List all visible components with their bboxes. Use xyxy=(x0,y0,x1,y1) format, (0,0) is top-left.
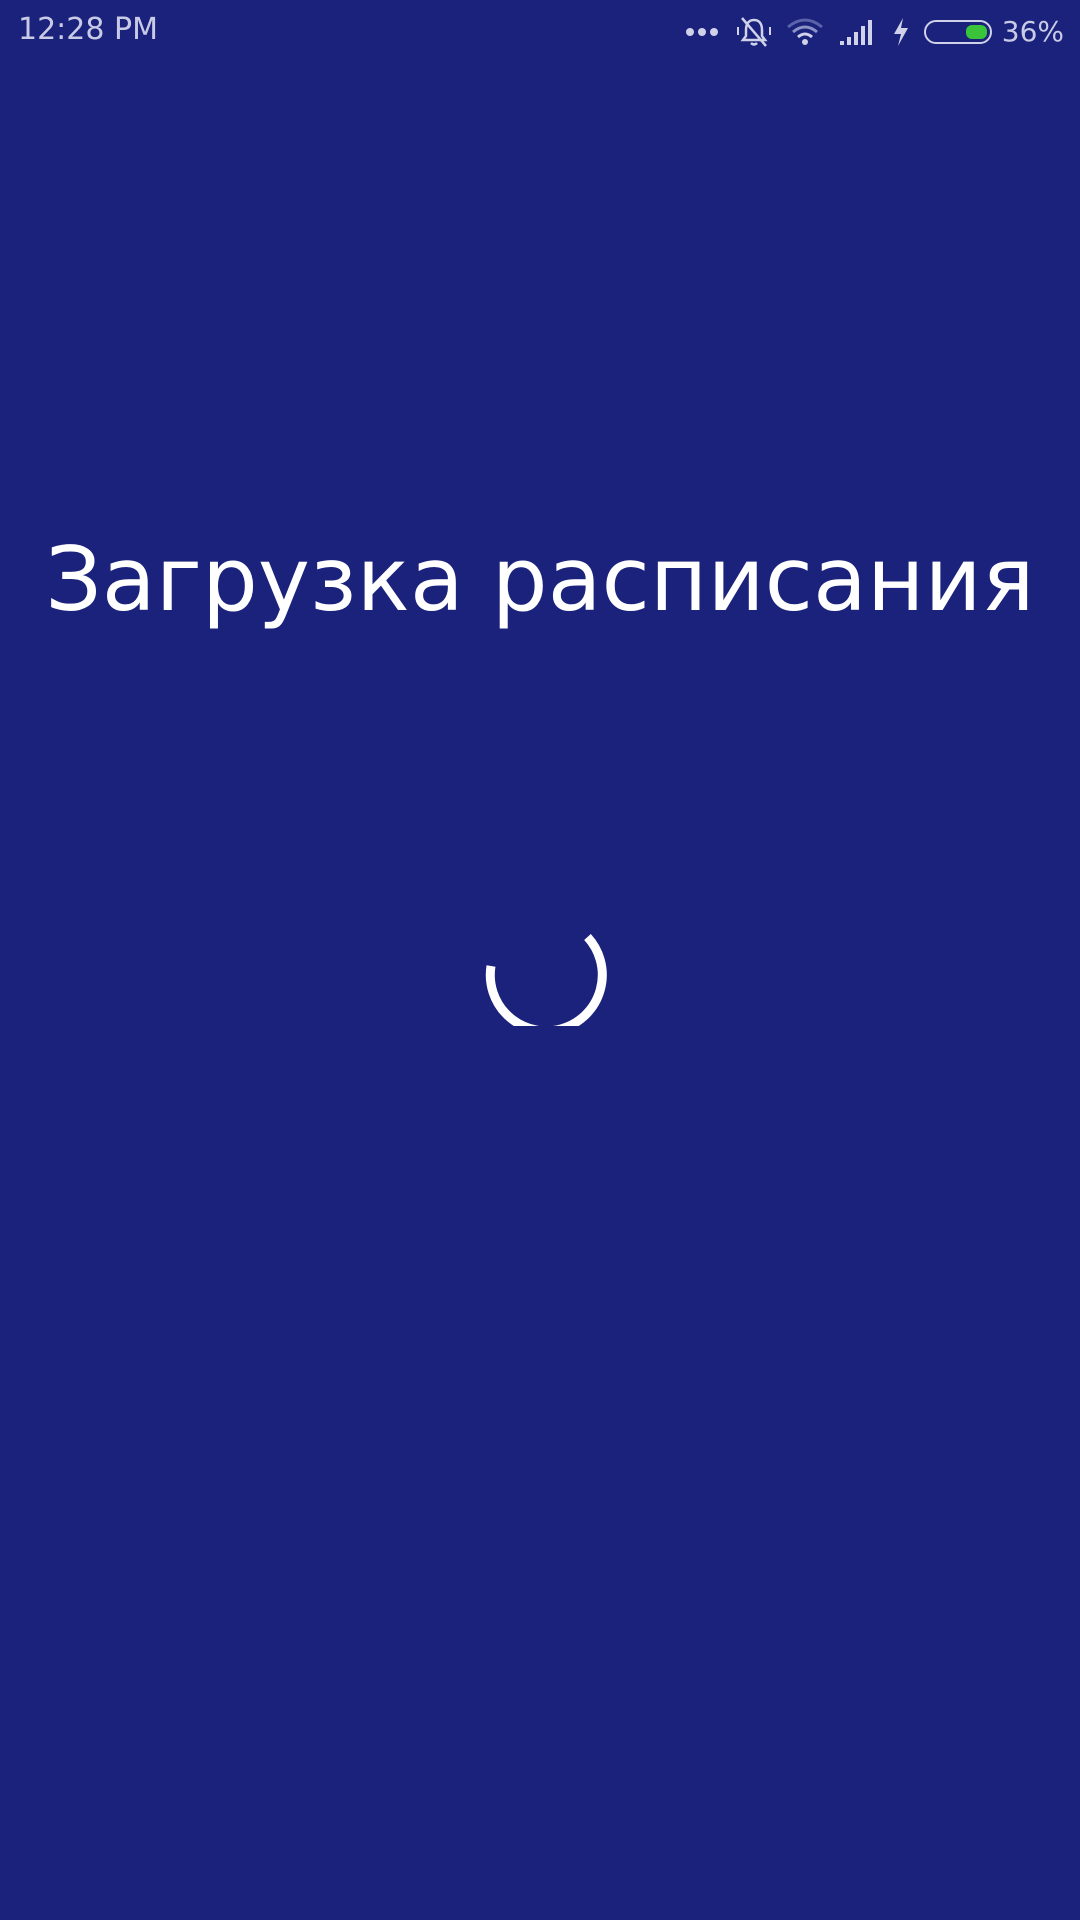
battery-icon xyxy=(923,20,992,44)
loading-spinner-icon xyxy=(485,933,607,1026)
loading-screen: 12:28 PM 36% Загрузка расписания xyxy=(0,0,1080,1920)
battery-percent: 36% xyxy=(1001,15,1064,48)
battery-level-fill xyxy=(965,25,987,39)
status-icons: 36% xyxy=(672,12,1064,52)
wifi-icon xyxy=(786,18,823,45)
vibrate-silent-icon xyxy=(736,17,771,47)
charging-icon xyxy=(893,18,908,46)
signal-icon xyxy=(839,20,872,45)
more-dots-icon xyxy=(685,28,722,36)
status-bar: 12:28 PM 36% xyxy=(0,0,1080,62)
status-time: 12:28 PM xyxy=(18,12,158,47)
loading-title: Загрузка расписания xyxy=(45,528,1035,631)
